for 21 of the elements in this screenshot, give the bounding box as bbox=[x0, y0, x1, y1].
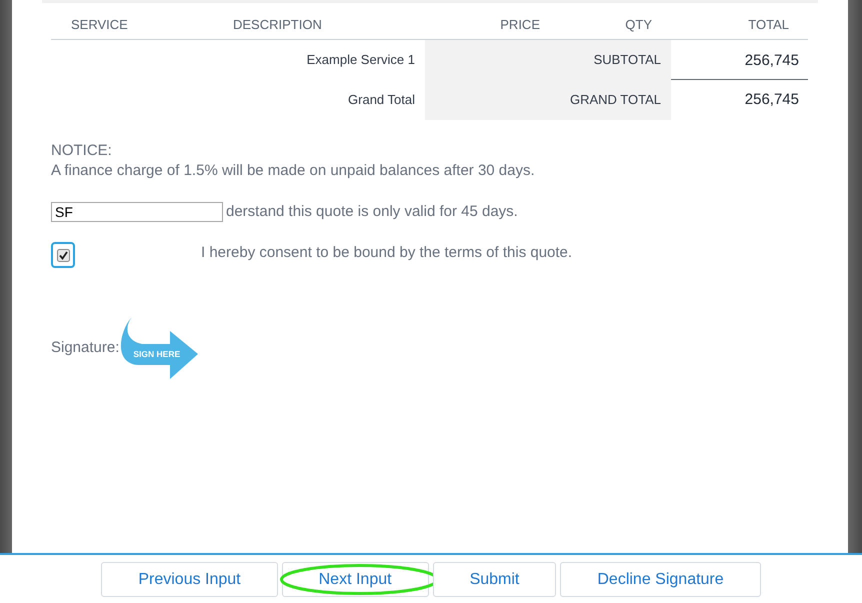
table-cell: SUBTOTAL bbox=[425, 40, 671, 80]
table-cell-text: Example Service 1 bbox=[306, 51, 416, 69]
table-cell: GRAND TOTAL bbox=[425, 80, 671, 120]
initials-field[interactable]: SF bbox=[51, 202, 223, 222]
toolbar-button[interactable]: Previous Input bbox=[101, 562, 278, 597]
toolbar-button[interactable]: Submit bbox=[432, 562, 556, 597]
consent-checkbox[interactable] bbox=[51, 242, 75, 268]
column-header: TOTAL bbox=[671, 10, 808, 40]
notice-heading: NOTICE: bbox=[51, 141, 112, 161]
column-header: SERVICE bbox=[51, 10, 213, 40]
table-cell-text: 256,745 bbox=[744, 90, 800, 110]
notice-text: A finance charge of 1.5% will be made on unpaid balances after 30 days. bbox=[51, 161, 535, 181]
curved-arrow-icon bbox=[120, 317, 198, 379]
validity-text: derstand this quote is only valid for 45 days. bbox=[226, 202, 518, 222]
signature-label: Signature: bbox=[51, 338, 120, 358]
table-cell-text: Grand Total bbox=[347, 91, 416, 109]
consent-label: I hereby consent to be bound by the terms of this quote. bbox=[201, 243, 572, 263]
table-cell: 256,745 bbox=[671, 40, 808, 80]
column-header: DESCRIPTION bbox=[213, 10, 425, 40]
toolbar-button[interactable]: Decline Signature bbox=[560, 562, 761, 597]
sign-here-button[interactable]: SIGN HERE bbox=[120, 317, 198, 379]
